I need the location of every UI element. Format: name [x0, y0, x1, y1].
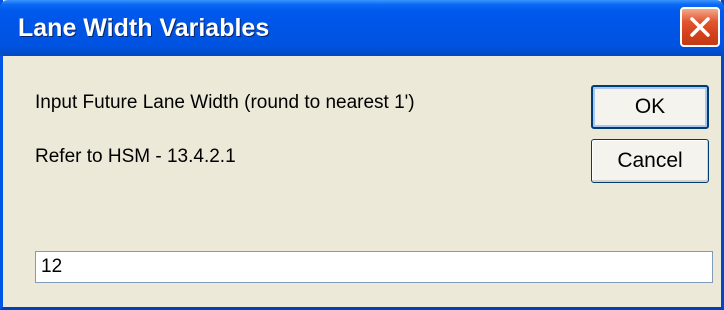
- window-title: Lane Width Variables: [18, 14, 270, 42]
- lane-width-input[interactable]: [35, 251, 713, 283]
- close-button[interactable]: [680, 7, 720, 47]
- close-icon: [690, 17, 710, 37]
- title-bar[interactable]: Lane Width Variables: [0, 0, 724, 56]
- prompt-text: Input Future Lane Width (round to neares…: [35, 92, 415, 113]
- reference-text: Refer to HSM - 13.4.2.1: [35, 146, 236, 167]
- dialog-window: Lane Width Variables Input Future Lane W…: [0, 0, 724, 310]
- ok-button[interactable]: OK: [591, 85, 709, 129]
- cancel-button[interactable]: Cancel: [591, 139, 709, 183]
